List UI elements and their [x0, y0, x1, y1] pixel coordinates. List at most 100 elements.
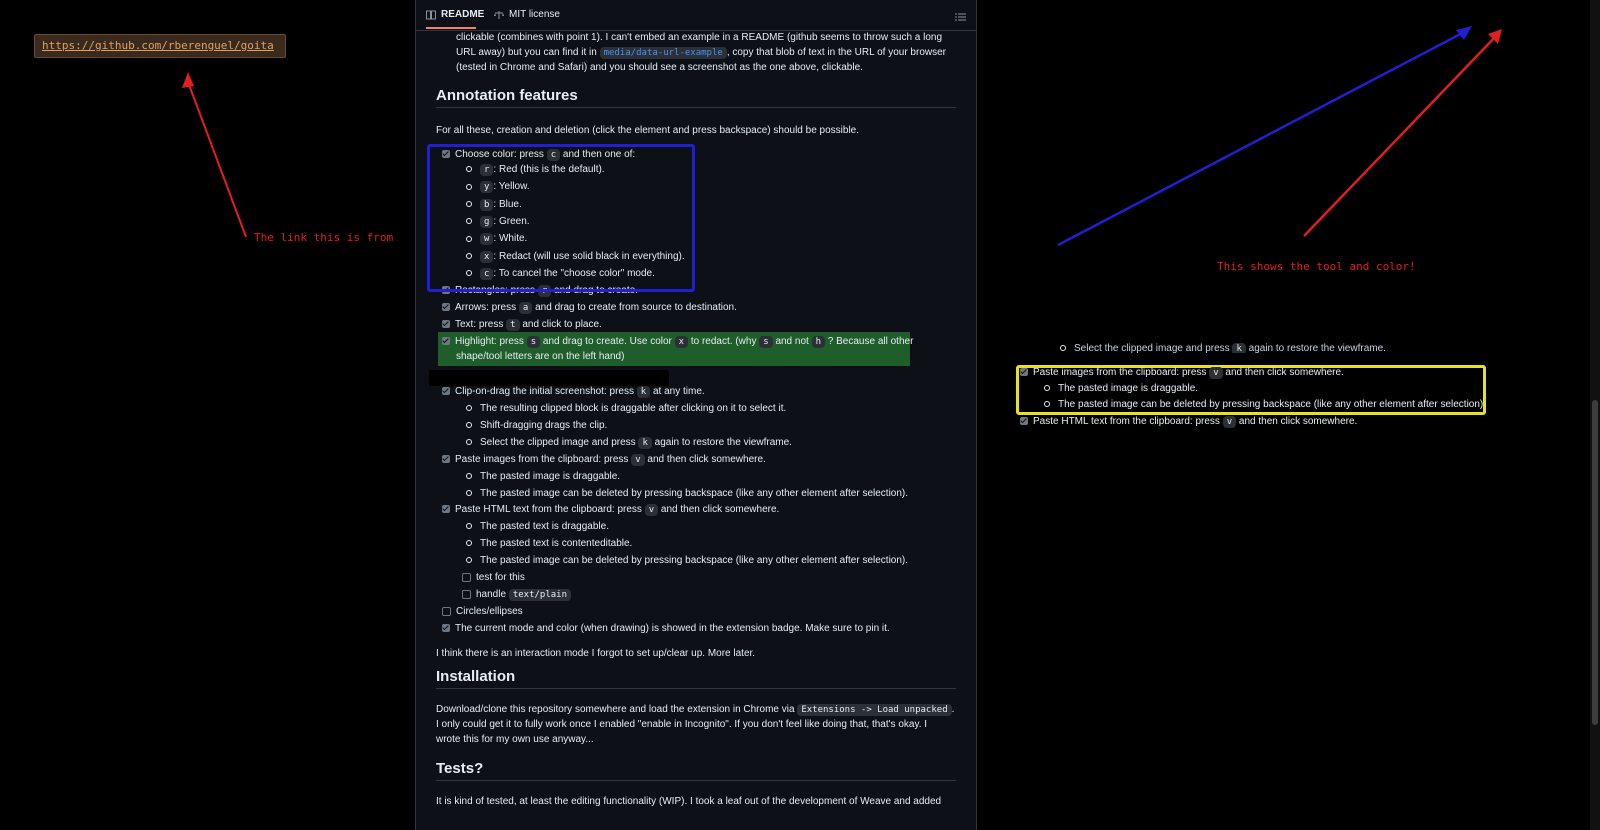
key-code: v — [631, 454, 645, 466]
install-text: Download/clone this repository somewhere… — [436, 704, 795, 715]
highlight-line-2: shape/tool letters are on the left hand) — [456, 351, 625, 362]
todo-handle-item: handle text/plain — [462, 587, 571, 603]
outro-text: I think there is an interaction mode I f… — [436, 648, 756, 659]
toc-button[interactable] — [955, 9, 966, 27]
item-text: and then click somewhere. — [1225, 367, 1344, 378]
checkbox[interactable] — [1020, 417, 1028, 426]
scale-icon — [494, 10, 504, 19]
intro-line-2: URL away) but you can find it in media/d… — [456, 45, 946, 61]
paste-images-item: Paste images from the clipboard: press v… — [442, 452, 766, 468]
clip-sub-item: Shift-dragging drags the clip. — [466, 418, 607, 433]
checkbox[interactable] — [442, 337, 450, 346]
pasted-clip[interactable]: Select the clipped image and press k aga… — [1016, 343, 1510, 428]
intro-line-3: (tested in Chrome and Safari) and you sh… — [456, 62, 863, 73]
checkbox[interactable] — [442, 320, 450, 329]
clip-restore-item: Select the clipped image and press k aga… — [466, 435, 792, 451]
tab-readme-label: README — [441, 9, 485, 20]
bullet-icon — [466, 540, 472, 547]
right-sub-item: The pasted image is draggable. — [1044, 383, 1198, 394]
item-text: Arrows: press — [455, 302, 517, 313]
circles-item: Circles/ellipses — [442, 604, 523, 619]
key-code: text/plain — [508, 589, 571, 601]
checkbox[interactable] — [442, 387, 450, 396]
clip-clipped-line: Select the clipped image and press k aga… — [1060, 343, 1386, 353]
data-url-example-link[interactable]: media/data-url-example — [599, 47, 727, 59]
tests-heading: Tests? — [436, 761, 956, 781]
key-code: k — [1232, 343, 1246, 353]
readme-tabs: README MIT license — [416, 0, 976, 31]
installation-line-3: wrote this for my own use anyway... — [436, 734, 594, 745]
item-text: Highlight: press — [455, 336, 524, 347]
paste-html-sub-item: The pasted text is draggable. — [466, 519, 609, 534]
link-note: The link this is from — [254, 231, 394, 244]
annotation-features-heading: Annotation features — [436, 88, 956, 108]
installation-line-1: Download/clone this repository somewhere… — [436, 702, 954, 718]
item-text: and drag to create. Use color — [542, 336, 672, 347]
item-text: The resulting clipped block is draggable… — [480, 403, 787, 414]
item-text: and then click somewhere. — [660, 504, 780, 515]
paste-images-sub-item: The pasted image is draggable. — [466, 469, 620, 484]
item-text: and drag to create from source to destin… — [535, 302, 737, 313]
url-annotation-text[interactable]: https://github.com/rberenguel/goita — [42, 39, 274, 52]
checkbox[interactable] — [462, 589, 471, 599]
item-text: The pasted image can be deleted by press… — [480, 555, 909, 566]
scrollbar[interactable] — [1590, 0, 1600, 830]
right-paste-html-item: Paste HTML text from the clipboard: pres… — [1020, 416, 1358, 428]
bullet-icon — [1060, 345, 1066, 352]
readme-panel: README MIT license clickable (combines w… — [415, 0, 977, 830]
bullet-icon — [466, 473, 472, 480]
clip-sub-item: The resulting clipped block is draggable… — [466, 401, 786, 416]
right-arrows-annotation — [1057, 26, 1502, 247]
item-text: Paste HTML text from the clipboard: pres… — [455, 504, 642, 515]
bullet-icon — [466, 422, 472, 429]
checkbox[interactable] — [442, 303, 450, 312]
checkbox[interactable] — [442, 455, 450, 464]
bullet-icon — [466, 439, 472, 446]
item-text: test for this — [476, 572, 525, 583]
item-text: The pasted text is contenteditable. — [480, 538, 633, 549]
annotation-features-intro: For all these, creation and deletion (cl… — [436, 125, 860, 136]
key-code: v — [1209, 367, 1223, 379]
todo-test-item: test for this — [462, 570, 525, 585]
url-annotation-box[interactable]: https://github.com/rberenguel/goita — [34, 34, 286, 58]
tab-license-label: MIT license — [509, 9, 560, 20]
highlight-item: Highlight: press s and drag to create. U… — [442, 334, 913, 350]
key-code: a — [518, 302, 533, 314]
key-code: t — [506, 319, 520, 331]
tab-readme[interactable]: README — [426, 9, 484, 20]
checkbox[interactable] — [1020, 368, 1028, 377]
paste-html-sub-item: The pasted image can be deleted by press… — [466, 553, 908, 568]
bullet-icon — [1044, 401, 1050, 408]
intro-line-1: clickable (combines with point 1). I can… — [456, 32, 943, 43]
item-text: Paste images from the clipboard: press — [455, 454, 629, 465]
key-code: v — [644, 504, 659, 516]
red-arrow-annotation — [182, 72, 247, 238]
intro-text-2: , copy that blob of text in the URL of y… — [726, 47, 946, 58]
item-text: Paste images from the clipboard: press — [1033, 367, 1207, 378]
badge-item: The current mode and color (when drawing… — [442, 621, 890, 636]
bullet-icon — [466, 490, 472, 497]
tab-license[interactable]: MIT license — [494, 9, 560, 20]
checkbox[interactable] — [442, 606, 451, 616]
paste-html-sub-item: The pasted text is contenteditable. — [466, 536, 632, 551]
checkbox[interactable] — [442, 505, 450, 514]
text-item: Text: press t and click to place. — [442, 317, 602, 333]
right-paste-images-item: Paste images from the clipboard: press v… — [1020, 367, 1344, 379]
bullet-icon — [466, 557, 472, 564]
install-text-end: . — [951, 704, 955, 715]
item-text: Select the clipped image and press — [1074, 343, 1230, 353]
item-text: and not — [775, 336, 809, 347]
item-text: again to restore the viewframe. — [1248, 343, 1386, 353]
item-text: Text: press — [455, 319, 504, 330]
checkbox[interactable] — [442, 624, 450, 633]
blue-rectangle-annotation[interactable] — [427, 144, 695, 292]
item-text: The pasted text is draggable. — [480, 521, 609, 532]
key-code: x — [674, 336, 689, 348]
key-code: h — [811, 336, 826, 348]
scrollbar-thumb[interactable] — [1592, 400, 1598, 725]
item-text: and then click somewhere. — [1238, 416, 1358, 427]
tests-line-1: It is kind of tested, at least the editi… — [436, 796, 942, 807]
link-code[interactable]: media/data-url-example — [599, 47, 727, 59]
checkbox[interactable] — [462, 572, 471, 582]
item-text: Shift-dragging drags the clip. — [480, 420, 608, 431]
